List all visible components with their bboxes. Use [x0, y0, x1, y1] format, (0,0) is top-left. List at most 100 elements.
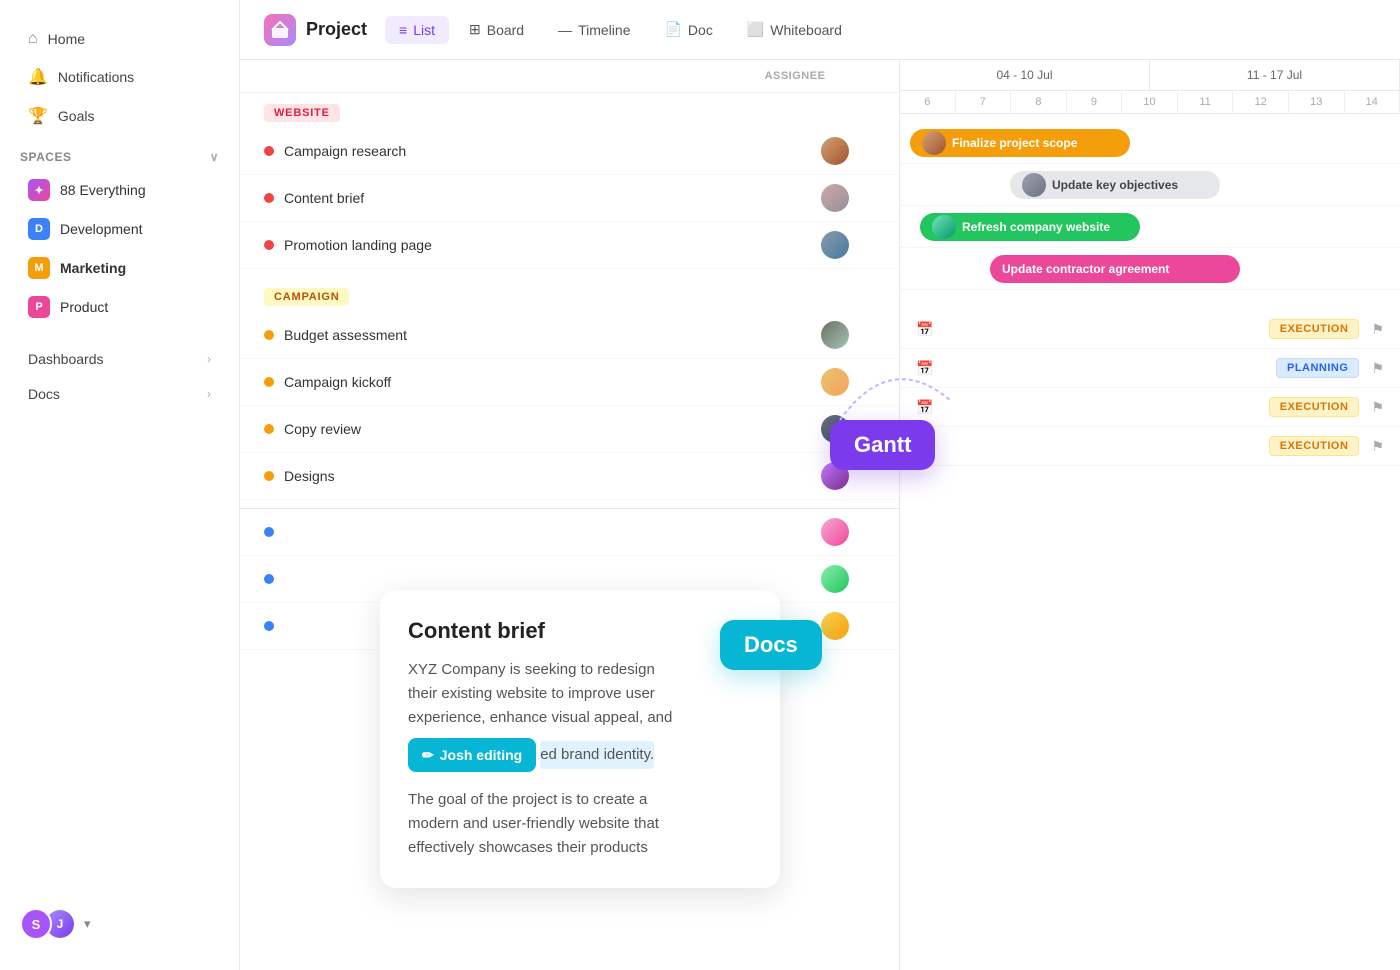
task-promotion-landing[interactable]: Promotion landing page	[240, 222, 899, 269]
main-content: Project ≡ List ⊞ Board — Timeline 📄 Doc …	[240, 0, 1400, 970]
marketing-label: Marketing	[60, 260, 126, 276]
task-campaign-kickoff[interactable]: Campaign kickoff	[240, 359, 899, 406]
list-header: ASSIGNEE	[240, 60, 899, 93]
task-assignee-5	[795, 368, 875, 396]
gantt-tooltip-label: Gantt	[854, 432, 911, 457]
content-area: ASSIGNEE WEBSITE Campaign research Co	[240, 60, 1400, 970]
gantt-week-2: 11 - 17 Jul	[1150, 60, 1400, 90]
gantt-row-4: Update contractor agreement	[900, 248, 1400, 290]
status-row-4: 📅 EXECUTION ⚑	[900, 427, 1400, 466]
avatar-8	[821, 518, 849, 546]
sidebar-user[interactable]: S J ▾	[0, 898, 240, 950]
task-name-5: Campaign kickoff	[284, 374, 785, 390]
dev-label: Development	[60, 221, 143, 237]
flag-icon-1: ⚑	[1371, 321, 1384, 338]
docs-label: Docs	[28, 386, 60, 402]
gantt-row-2: Update key objectives	[900, 164, 1400, 206]
everything-dot: ✦	[28, 179, 50, 201]
gantt-bar-yellow[interactable]: Finalize project scope	[910, 129, 1130, 157]
user-avatar-s: S	[20, 908, 52, 940]
avatar-4	[821, 321, 849, 349]
avatar-1	[821, 137, 849, 165]
product-label: Product	[60, 299, 108, 315]
spaces-section-title: Spaces ∨	[0, 136, 239, 170]
tab-board-label: Board	[487, 22, 524, 38]
tab-whiteboard[interactable]: ⬜ Whiteboard	[733, 15, 856, 44]
gantt-day-14: 14	[1345, 91, 1400, 113]
tab-timeline[interactable]: — Timeline	[544, 16, 644, 44]
task-designs[interactable]: Designs	[240, 453, 899, 500]
task-dot-4	[264, 330, 274, 340]
docs-tooltip: Docs	[720, 620, 822, 670]
tab-doc[interactable]: 📄 Doc	[650, 15, 726, 44]
goals-icon: 🏆	[28, 106, 48, 126]
status-badge-3: EXECUTION	[1269, 397, 1360, 417]
gantt-bar-green[interactable]: Refresh company website	[920, 213, 1140, 241]
tab-list[interactable]: ≡ List	[385, 16, 449, 44]
sidebar-item-development[interactable]: D Development	[8, 210, 231, 248]
whiteboard-icon: ⬜	[747, 21, 764, 38]
campaign-label: CAMPAIGN	[264, 288, 349, 306]
gantt-day-13: 13	[1289, 91, 1345, 113]
docs-editing-badge: ✏ Josh editing	[408, 738, 536, 772]
docs-line-5: The goal of the project is to create a	[408, 788, 752, 812]
tab-doc-label: Doc	[688, 22, 713, 38]
task-dot-6	[264, 424, 274, 434]
task-budget-assessment[interactable]: Budget assessment	[240, 312, 899, 359]
sidebar-home-label: Home	[48, 31, 85, 47]
doc-icon: 📄	[664, 21, 681, 38]
calendar-icon-1: 📅	[916, 321, 933, 338]
gantt-bar-gray[interactable]: Update key objectives	[1010, 171, 1220, 199]
sidebar-item-everything[interactable]: ✦ 88 Everything	[8, 171, 231, 209]
docs-panel-content: XYZ Company is seeking to redesign their…	[408, 658, 752, 860]
task-assignee-4	[795, 321, 875, 349]
task-dot-2	[264, 193, 274, 203]
tab-list-label: List	[413, 22, 435, 38]
task-assignee-1	[795, 137, 875, 165]
flag-icon-4: ⚑	[1371, 438, 1384, 455]
gantt-avatar-3	[932, 215, 956, 239]
gantt-days-row: 6 7 8 9 10 11 12 13 14	[900, 91, 1400, 114]
gantt-avatar-1	[922, 131, 946, 155]
sidebar-item-marketing[interactable]: M Marketing	[8, 249, 231, 287]
task-dot-9	[264, 574, 274, 584]
gantt-tooltip: Gantt	[830, 420, 935, 470]
status-row-3: 📅 EXECUTION ⚑	[900, 388, 1400, 427]
sidebar-item-dashboards[interactable]: Dashboards ›	[8, 342, 231, 376]
avatar-5	[821, 368, 849, 396]
col-assignee-header: ASSIGNEE	[755, 70, 835, 82]
status-badge-4: EXECUTION	[1269, 436, 1360, 456]
docs-line-3: experience, enhance visual appeal, and	[408, 706, 752, 730]
list-icon: ≡	[399, 22, 407, 38]
task-dot-5	[264, 377, 274, 387]
sidebar-item-home[interactable]: ⌂ Home	[8, 21, 231, 57]
task-content-brief[interactable]: Content brief	[240, 175, 899, 222]
sidebar-item-docs[interactable]: Docs ›	[8, 377, 231, 411]
sidebar: ⌂ Home 🔔 Notifications 🏆 Goals Spaces ∨ …	[0, 0, 240, 970]
top-header: Project ≡ List ⊞ Board — Timeline 📄 Doc …	[240, 0, 1400, 60]
sidebar-item-notifications[interactable]: 🔔 Notifications	[8, 58, 231, 96]
gantt-header: 04 - 10 Jul 11 - 17 Jul	[900, 60, 1400, 91]
task-name-6: Copy review	[284, 421, 785, 437]
gantt-week-1: 04 - 10 Jul	[900, 60, 1150, 90]
tab-whiteboard-label: Whiteboard	[770, 22, 842, 38]
gantt-bar-pink[interactable]: Update contractor agreement	[990, 255, 1240, 283]
status-row-2: 📅 PLANNING ⚑	[900, 349, 1400, 388]
sidebar-notifications-label: Notifications	[58, 69, 134, 85]
avatar-10	[821, 612, 849, 640]
sidebar-item-goals[interactable]: 🏆 Goals	[8, 97, 231, 135]
editing-user-label: Josh editing	[440, 744, 522, 766]
sidebar-item-product[interactable]: P Product	[8, 288, 231, 326]
tab-board[interactable]: ⊞ Board	[455, 15, 538, 44]
spaces-chevron[interactable]: ∨	[210, 150, 219, 164]
docs-line-6: modern and user-friendly website that	[408, 812, 752, 836]
task-campaign-research[interactable]: Campaign research	[240, 128, 899, 175]
avatar-2	[821, 184, 849, 212]
status-badge-2: PLANNING	[1276, 358, 1359, 378]
project-icon	[264, 14, 296, 46]
task-copy-review[interactable]: Copy review	[240, 406, 899, 453]
gantt-day-11: 11	[1178, 91, 1234, 113]
task-extra-1[interactable]	[240, 508, 899, 556]
group-campaign: CAMPAIGN Budget assessment Campaign kick…	[240, 277, 899, 500]
board-icon: ⊞	[469, 21, 481, 38]
